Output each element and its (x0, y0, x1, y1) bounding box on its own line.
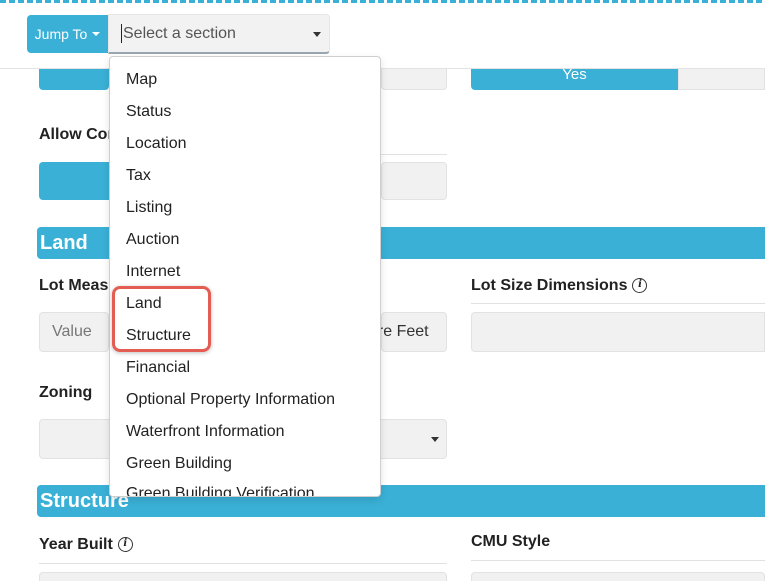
dropdown-item-green-building-verification[interactable]: Green Building Verification (126, 485, 315, 496)
jump-to-button[interactable]: Jump To (27, 15, 108, 53)
dropdown-item-internet[interactable]: Internet (126, 263, 180, 281)
divider (471, 560, 765, 561)
dropdown-item-tax[interactable]: Tax (126, 167, 151, 185)
text-cursor (121, 24, 122, 43)
lot-size-dimensions-text: Lot Size Dimensions (471, 277, 628, 294)
info-icon[interactable]: i (117, 537, 133, 553)
info-icon[interactable]: i (632, 278, 648, 294)
divider (471, 303, 765, 304)
dropdown-item-status[interactable]: Status (126, 103, 171, 121)
divider (39, 563, 447, 564)
year-built-text: Year Built (39, 536, 113, 553)
land-section-title: Land (40, 231, 88, 254)
dropdown-item-green-building[interactable]: Green Building (126, 455, 232, 473)
year-built-input[interactable] (39, 572, 447, 581)
dropdown-item-listing[interactable]: Listing (126, 199, 172, 217)
divider (381, 154, 447, 155)
lot-size-dimensions-input[interactable] (471, 312, 765, 352)
dropdown-item-map[interactable]: Map (126, 71, 157, 89)
zoning-label: Zoning (39, 384, 93, 401)
section-select-placeholder: Select a section (123, 24, 236, 42)
allow-toggle-other[interactable] (381, 162, 447, 200)
lot-value-placeholder: Value (52, 323, 92, 340)
dropdown-item-auction[interactable]: Auction (126, 231, 179, 249)
allow-toggle-option[interactable] (39, 162, 109, 200)
lot-unit-select[interactable]: are Feet (369, 312, 447, 352)
dropdown-item-optional-property-information[interactable]: Optional Property Information (126, 391, 335, 409)
cmu-style-label: CMU Style (471, 533, 551, 550)
caret-down-icon (92, 32, 101, 36)
highlight-annotation (112, 286, 211, 352)
chevron-down-icon (313, 32, 321, 37)
lot-measurement-label: Lot Measu (39, 277, 119, 294)
chevron-down-icon (431, 437, 439, 442)
lot-size-dimensions-label: Lot Size Dimensions i (471, 277, 648, 295)
dropdown-item-location[interactable]: Location (126, 135, 187, 153)
jump-to-label: Jump To (34, 26, 88, 42)
section-dropdown-menu: Map Status Location Tax Listing Auction … (109, 56, 381, 497)
dropdown-item-waterfront-information[interactable]: Waterfront Information (126, 423, 285, 441)
allow-label: Allow Con (39, 126, 118, 143)
section-select[interactable]: Select a section (108, 14, 330, 54)
dropdown-item-financial[interactable]: Financial (126, 359, 190, 377)
cmu-style-input[interactable] (471, 572, 765, 581)
lot-value-input[interactable]: Value (39, 312, 109, 352)
year-built-label: Year Built i (39, 536, 133, 554)
